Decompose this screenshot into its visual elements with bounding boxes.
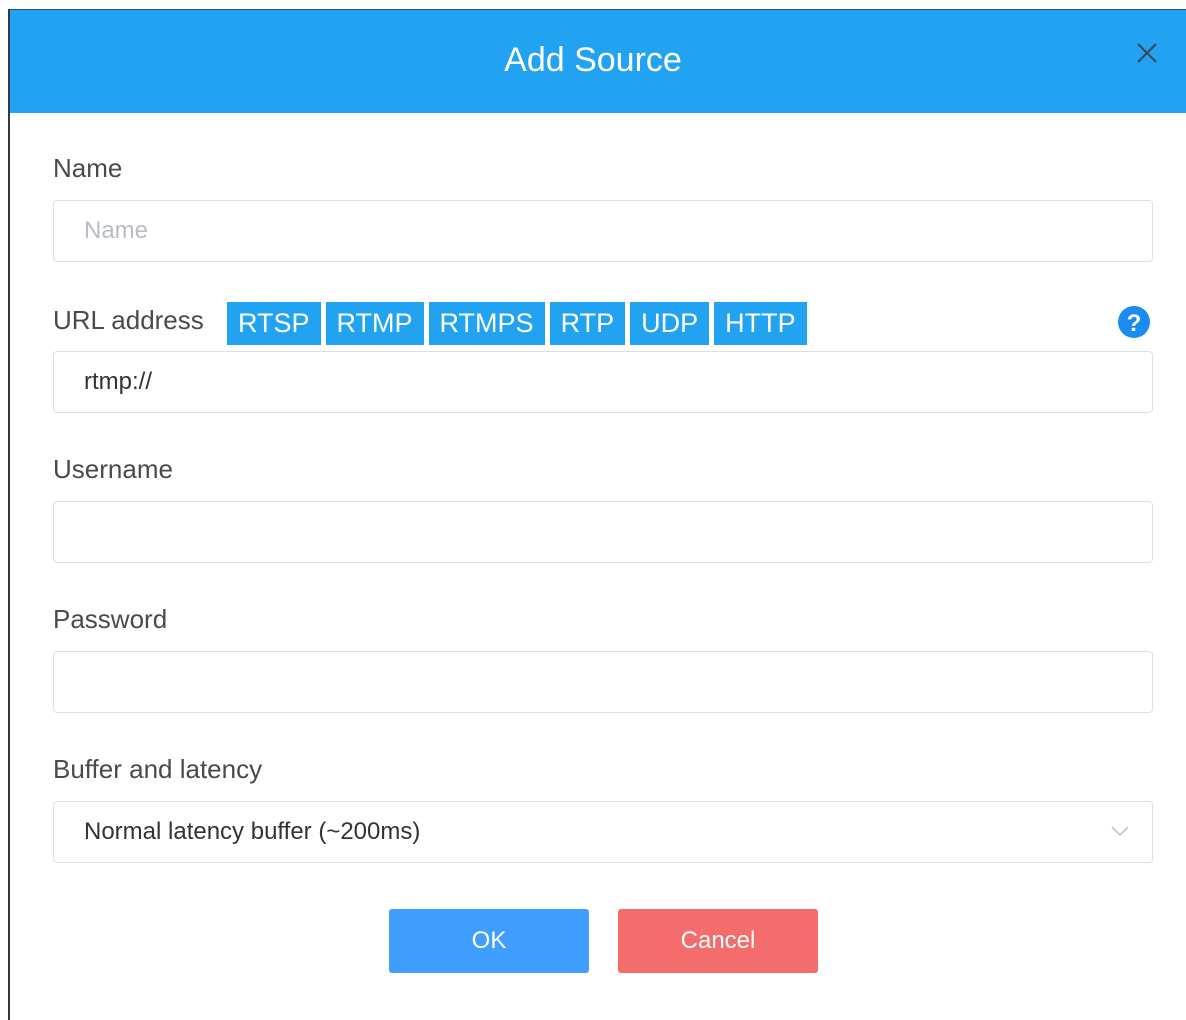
password-field-box [53, 651, 1153, 713]
username-label: Username [53, 454, 173, 484]
name-label: Name [53, 153, 123, 183]
add-source-dialog: Add Source Name URL address RTSP RTMP RT… [8, 10, 1186, 1020]
close-icon[interactable] [1132, 38, 1162, 68]
protocol-buttons: RTSP RTMP RTMPS RTP UDP HTTP [227, 302, 807, 345]
protocol-button-rtmps[interactable]: RTMPS [428, 302, 545, 345]
username-field-box [53, 501, 1153, 563]
url-address-label: URL address [53, 305, 204, 335]
protocol-button-udp[interactable]: UDP [630, 302, 710, 345]
protocol-button-http[interactable]: HTTP [714, 302, 807, 345]
buffer-latency-selected-value: Normal latency buffer (~200ms) [84, 818, 421, 845]
url-field-box [53, 351, 1153, 413]
dialog-title: Add Source [504, 41, 682, 79]
username-input[interactable] [54, 502, 1152, 562]
password-label: Password [53, 604, 168, 634]
name-input[interactable] [54, 201, 1152, 261]
protocol-button-rtp[interactable]: RTP [549, 302, 626, 345]
question-circle-icon[interactable]: ? [1117, 305, 1151, 339]
ok-button[interactable]: OK [389, 909, 589, 973]
svg-text:?: ? [1127, 310, 1142, 337]
url-input[interactable] [54, 352, 1152, 412]
name-field-box [53, 200, 1153, 262]
chevron-down-icon [1110, 824, 1130, 838]
password-input[interactable] [54, 652, 1152, 712]
cancel-button[interactable]: Cancel [618, 909, 818, 973]
buffer-latency-label: Buffer and latency [53, 754, 263, 784]
protocol-button-rtsp[interactable]: RTSP [227, 302, 321, 345]
protocol-button-rtmp[interactable]: RTMP [325, 302, 424, 345]
buffer-latency-select[interactable]: Normal latency buffer (~200ms) [53, 801, 1153, 863]
dialog-header: Add Source [10, 10, 1186, 113]
